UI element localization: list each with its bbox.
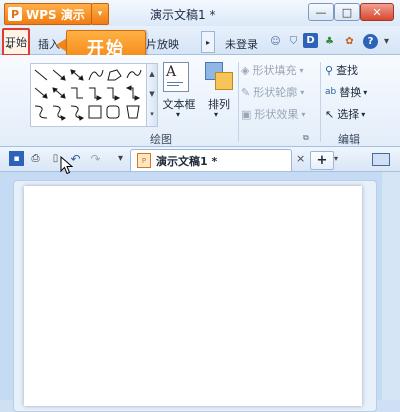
new-document-dropdown-icon[interactable]: ▾ [334,154,338,163]
arrange-icon [205,62,235,92]
rectangle-shape-icon [88,105,102,119]
login-status[interactable]: 未登录 [225,36,258,52]
app-button-label: WPS 演示 [26,7,85,22]
select-dropdown-icon: ▾ [361,109,366,119]
replace-label: 替换 [339,86,362,99]
docer-icon[interactable]: D [303,33,318,48]
shape-outline-label: 形状轮廓 [253,86,298,99]
paint-bucket-icon: ◈ [241,63,250,77]
select-button[interactable]: ↖ 选择 ▾ [325,106,365,122]
shape-effect-label: 形状效果 [254,108,299,121]
redo-icon[interactable]: ↷ [88,151,103,166]
shape-outline-button[interactable]: ✎ 形状轮廓 ▾ [241,84,304,100]
find-label: 查找 [336,64,359,77]
line-shape-icon [34,69,48,81]
shape-effect-button[interactable]: ▣ 形状效果 ▾ [241,106,305,122]
curved-double-arrow-connector-icon [70,105,84,119]
shape-fill-label: 形状填充 [252,64,297,77]
document-tab[interactable]: P 演示文稿1 * [130,149,292,171]
cursor-select-icon: ↖ [325,107,335,121]
mouse-pointer-icon [60,156,74,175]
group-label-edit: 编辑 [338,133,360,146]
quick-access-dropdown-icon[interactable]: ▾ [113,151,128,166]
presentation-file-icon: P [137,153,151,168]
arrange-dropdown-icon[interactable]: ▾ [214,110,218,119]
maximize-button[interactable]: □ [334,3,360,21]
close-document-icon[interactable]: × [296,152,305,165]
freeform-shape-icon [107,69,122,81]
textbox-dropdown-icon[interactable]: ▾ [176,110,180,119]
tab-slideshow[interactable]: 片放映 [146,36,179,52]
elbow-double-arrow-connector-2-icon [127,87,139,99]
ribbon-separator [238,62,239,142]
skin-icon[interactable]: ☺ [268,34,283,49]
wps-logo-icon: P [8,7,22,21]
close-window-button[interactable]: ✕ [360,3,394,21]
window-title: 演示文稿1 * [150,8,216,22]
community-icon[interactable]: ✿ [342,34,357,49]
elbow-double-arrow-connector-icon [107,87,119,99]
new-document-button[interactable]: + [310,151,334,170]
slide-canvas[interactable] [24,186,362,406]
gallery-scroll-up-icon[interactable]: ▲ [147,64,157,84]
ribbon-separator [320,62,321,142]
pen-icon: ✎ [241,85,251,99]
shirt-icon[interactable]: ⛉ [286,34,301,49]
gallery-scroll-down-icon[interactable]: ▼ [147,84,157,104]
elbow-arrow-connector-icon [89,87,101,99]
tab-scroll-right-icon[interactable]: ▸ [201,31,215,53]
curve-shape-icon [88,69,104,81]
minimize-button[interactable]: — [308,3,334,21]
app-menu-dropdown-button[interactable]: ▾ [91,3,109,25]
curved-arrow-connector-icon [52,105,66,119]
shape-fill-button[interactable]: ◈ 形状填充 ▾ [241,62,303,78]
ribbon-scroll-left-icon[interactable]: ◂ [4,40,14,54]
find-button[interactable]: ⚲ 查找 [325,62,358,78]
scribble-shape-icon [126,69,142,79]
elbow-connector-icon [71,87,83,99]
help-dropdown-icon[interactable]: ▾ [379,34,394,49]
shape-fill-dropdown-icon: ▾ [299,65,304,75]
binoculars-icon: ⚲ [325,63,334,77]
drawing-dialog-launcher-icon[interactable]: ⧉ [303,133,309,143]
trapezoid-shape-icon [126,105,140,119]
window-layout-icon[interactable] [372,153,390,166]
gallery-scrollbar[interactable]: ▲ ▼ ▾ [146,63,158,127]
shape-effect-dropdown-icon: ▾ [301,109,306,119]
app-center-icon[interactable]: ♣ [322,34,337,49]
help-icon[interactable]: ? [363,34,378,49]
save-icon[interactable]: ▪ [9,151,24,166]
document-tab-label: 演示文稿1 * [156,154,218,168]
replace-icon: ab [325,87,337,97]
rounded-rectangle-shape-icon [106,105,120,119]
replace-button[interactable]: ab 替换 ▾ [325,84,367,100]
select-label: 选择 [337,108,360,121]
group-label-drawing: 绘图 [150,133,172,146]
textbox-icon: A [163,62,189,92]
shape-outline-dropdown-icon: ▾ [300,87,305,97]
gallery-expand-icon[interactable]: ▾ [147,104,157,124]
wps-app-menu-button[interactable]: P WPS 演示 [4,3,92,25]
print-icon[interactable]: ⎙ [28,151,43,166]
curved-connector-icon [34,105,48,119]
replace-dropdown-icon: ▾ [363,87,368,97]
vertical-scrollbar[interactable] [382,172,400,400]
shape-effect-icon: ▣ [241,107,252,121]
shapes-gallery[interactable] [30,63,148,127]
arrange-button[interactable]: 排列 [204,96,234,112]
